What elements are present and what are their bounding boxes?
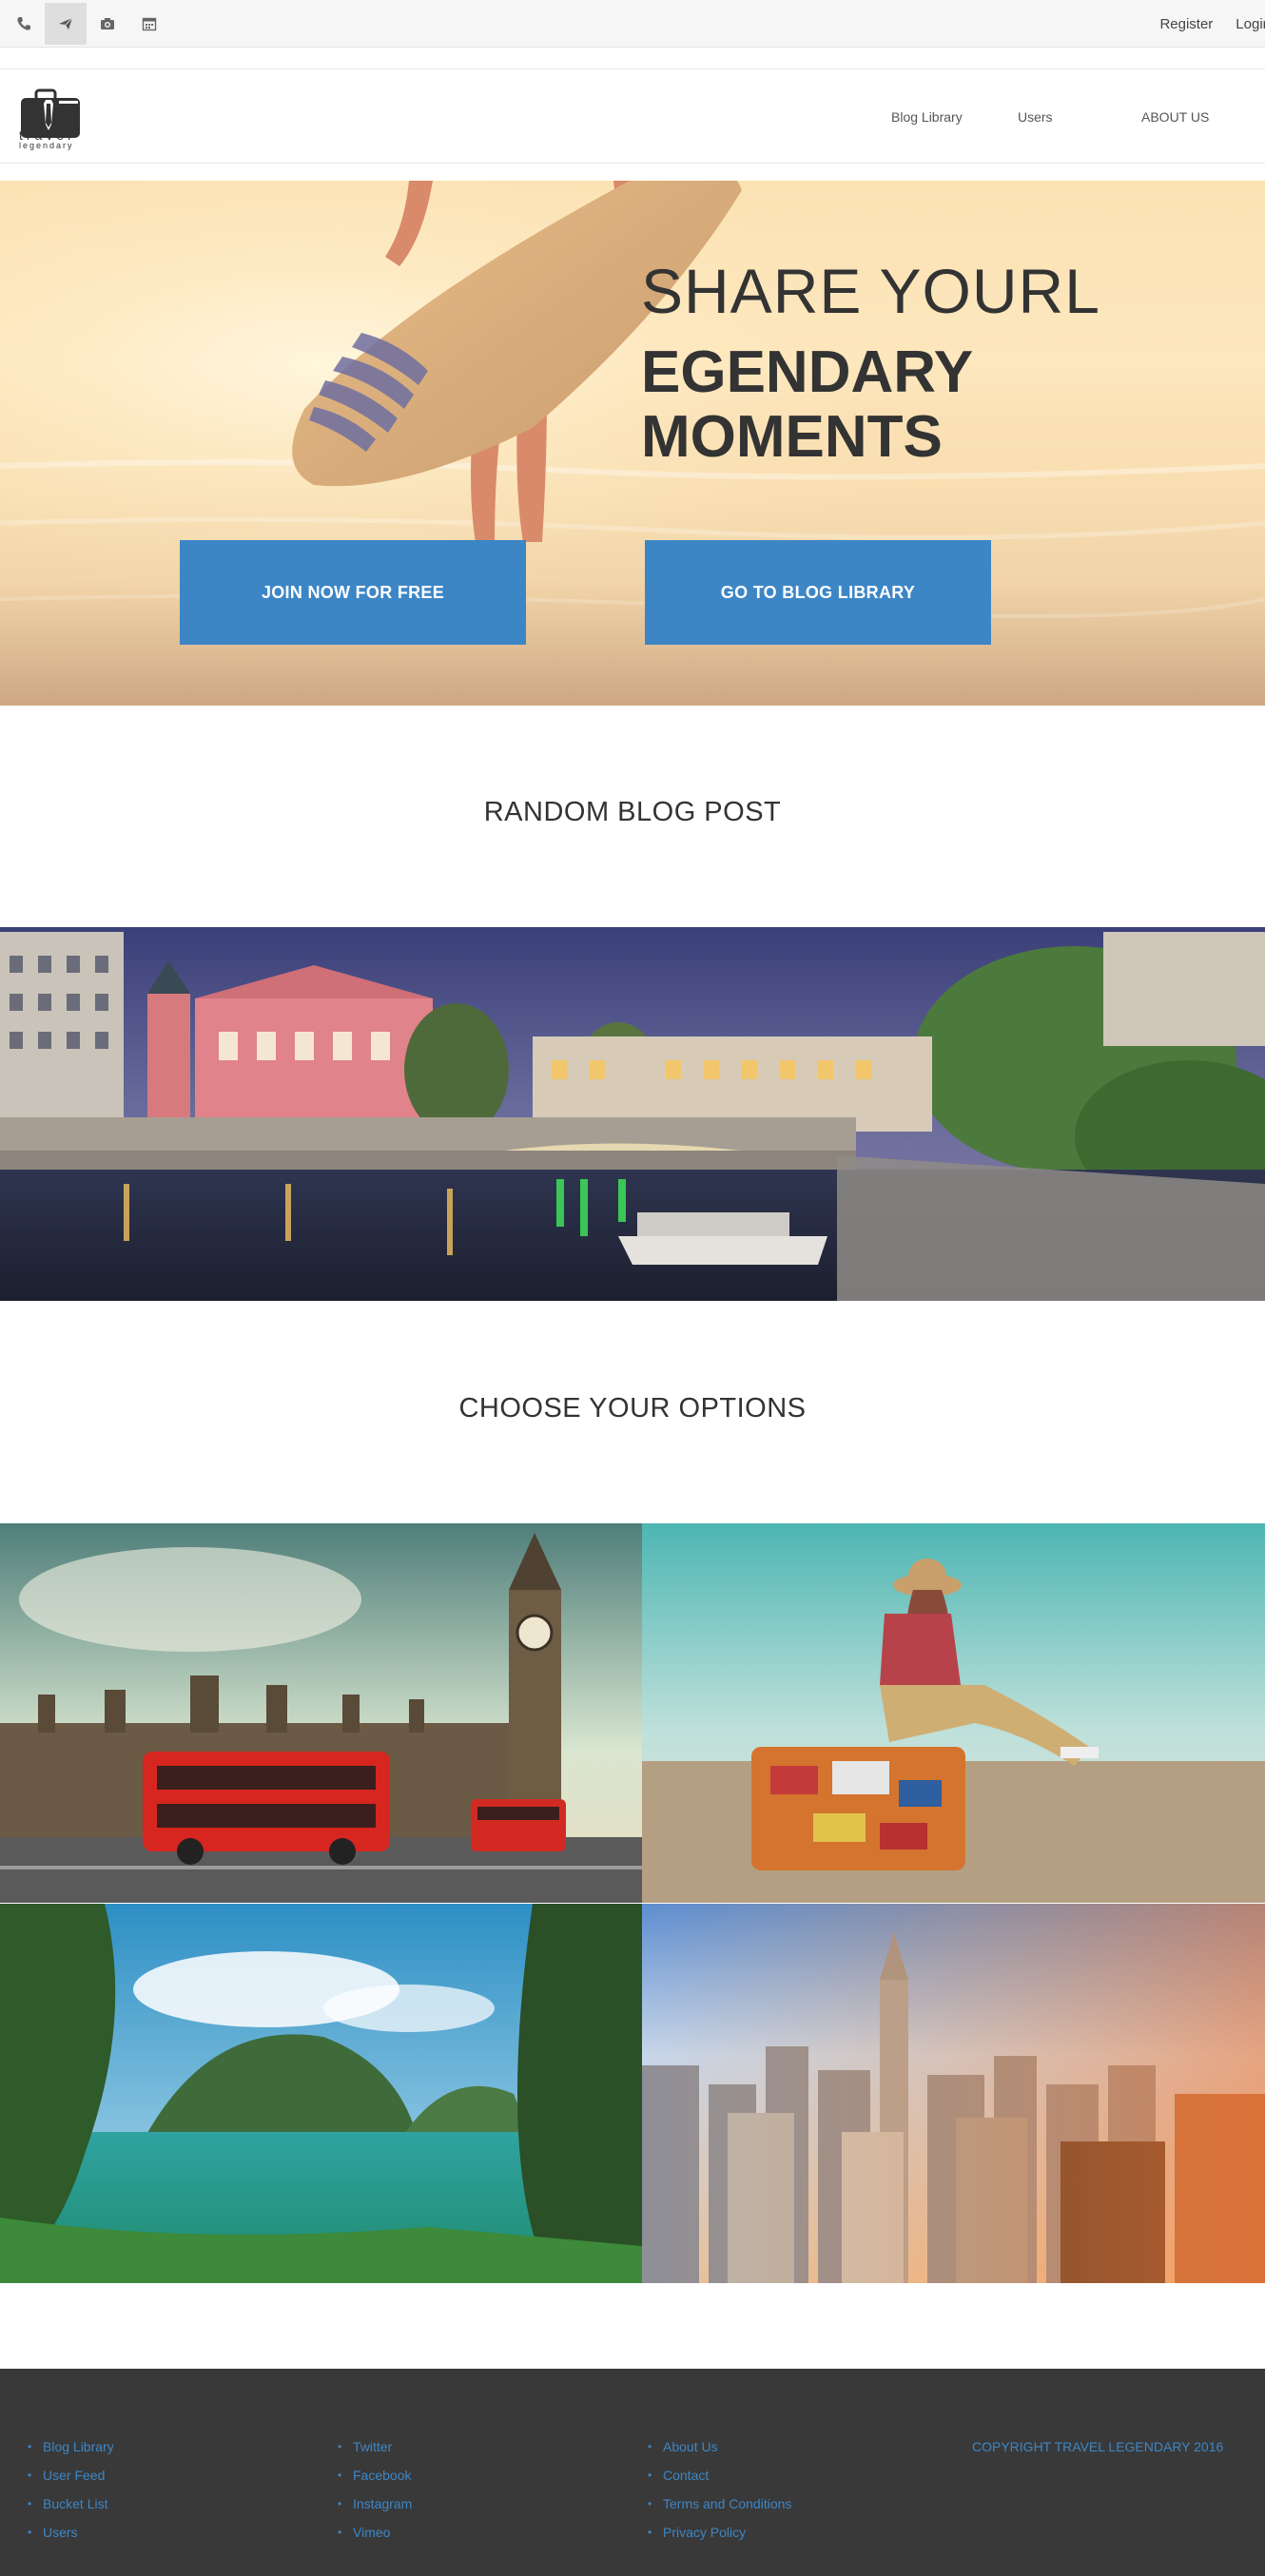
main-navbar: travel legendary Blog Library Users ABOU… bbox=[0, 68, 1265, 164]
option-tile-traveller[interactable] bbox=[642, 1523, 1265, 1903]
footer-link-vimeo[interactable]: Vimeo bbox=[338, 2525, 412, 2553]
footer-link-terms[interactable]: Terms and Conditions bbox=[648, 2496, 791, 2525]
footer-link-user-feed[interactable]: User Feed bbox=[28, 2468, 114, 2496]
go-to-blog-library-button[interactable]: GO TO BLOG LIBRARY bbox=[645, 540, 991, 645]
footer-link-bucket-list[interactable]: Bucket List bbox=[28, 2496, 114, 2525]
random-blog-post-title: RANDOM BLOG POST bbox=[483, 797, 782, 827]
footer: Blog Library User Feed Bucket List Users… bbox=[0, 2369, 1265, 2576]
join-now-button[interactable]: JOIN NOW FOR FREE bbox=[180, 540, 526, 645]
footer-column-info: About Us Contact Terms and Conditions Pr… bbox=[648, 2439, 791, 2553]
option-tile-london[interactable] bbox=[0, 1523, 642, 1903]
hero-title-line2: EGENDARY MOMENTS bbox=[641, 339, 972, 470]
top-utility-bar: Register Login bbox=[0, 0, 1265, 48]
footer-column-social: Twitter Facebook Instagram Vimeo bbox=[338, 2439, 412, 2553]
footer-link-blog-library[interactable]: Blog Library bbox=[28, 2439, 114, 2468]
copyright-text: COPYRIGHT TRAVEL LEGENDARY 2016 bbox=[972, 2439, 1224, 2454]
random-blog-post-image[interactable] bbox=[0, 927, 1265, 1301]
topbar-icons bbox=[3, 3, 170, 45]
phone-icon[interactable] bbox=[3, 3, 45, 45]
footer-column-site: Blog Library User Feed Bucket List Users bbox=[28, 2439, 114, 2553]
footer-link-privacy[interactable]: Privacy Policy bbox=[648, 2525, 791, 2553]
login-link[interactable]: Login bbox=[1236, 16, 1265, 32]
choose-options-title: CHOOSE YOUR OPTIONS bbox=[458, 1393, 807, 1424]
nav-links: Blog Library Users ABOUT US bbox=[0, 69, 1265, 165]
footer-link-twitter[interactable]: Twitter bbox=[338, 2439, 412, 2468]
footer-link-users[interactable]: Users bbox=[28, 2525, 114, 2553]
nav-users[interactable]: Users bbox=[1018, 109, 1053, 125]
options-grid bbox=[0, 1523, 1265, 2283]
auth-links: Register Login bbox=[1159, 0, 1265, 48]
footer-link-about-us[interactable]: About Us bbox=[648, 2439, 791, 2468]
register-link[interactable]: Register bbox=[1159, 16, 1213, 32]
footer-link-contact[interactable]: Contact bbox=[648, 2468, 791, 2496]
send-icon[interactable] bbox=[45, 3, 87, 45]
footer-link-instagram[interactable]: Instagram bbox=[338, 2496, 412, 2525]
option-tile-city[interactable] bbox=[642, 1904, 1265, 2283]
footer-link-facebook[interactable]: Facebook bbox=[338, 2468, 412, 2496]
calendar-icon[interactable] bbox=[128, 3, 170, 45]
hero-title-line1: SHARE YOURL bbox=[641, 256, 1100, 326]
option-tile-lagoon[interactable] bbox=[0, 1904, 642, 2283]
nav-blog-library[interactable]: Blog Library bbox=[891, 109, 963, 125]
hero-banner: SHARE YOURL EGENDARY MOMENTS JOIN NOW FO… bbox=[0, 181, 1265, 706]
nav-about-us[interactable]: ABOUT US bbox=[1141, 109, 1209, 125]
camera-icon[interactable] bbox=[87, 3, 128, 45]
